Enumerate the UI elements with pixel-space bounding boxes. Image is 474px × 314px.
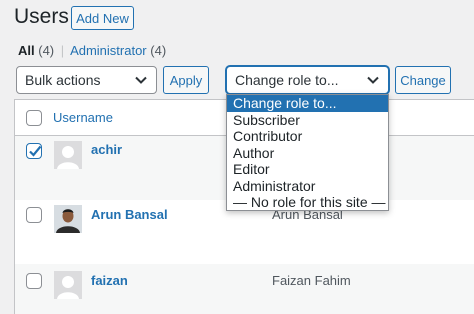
column-username-header[interactable]: Username xyxy=(53,110,113,125)
view-administrator-link[interactable]: Administrator xyxy=(70,43,147,58)
page-title: Users xyxy=(14,5,69,28)
user-photo-avatar xyxy=(54,205,82,233)
row-checkbox[interactable] xyxy=(26,143,42,159)
avatar xyxy=(54,205,82,233)
view-separator: | xyxy=(60,43,65,58)
change-role-value: Change role to... xyxy=(235,72,339,88)
select-all-checkbox[interactable] xyxy=(26,110,42,126)
view-administrator-count: (4) xyxy=(150,43,167,58)
default-avatar-icon xyxy=(54,271,82,299)
username-link[interactable]: faizan xyxy=(91,273,128,288)
row-checkbox[interactable] xyxy=(26,273,42,289)
role-option-subscriber[interactable]: Subscriber xyxy=(227,112,388,129)
view-all-count: (4) xyxy=(38,43,55,58)
role-option-change-role[interactable]: Change role to... xyxy=(227,95,388,112)
checkmark-icon xyxy=(29,145,42,157)
username-link[interactable]: achir xyxy=(91,142,122,157)
row-checkbox[interactable] xyxy=(26,207,42,223)
role-option-no-role[interactable]: — No role for this site — xyxy=(227,194,388,211)
chevron-down-icon xyxy=(135,76,147,84)
role-option-author[interactable]: Author xyxy=(227,145,388,162)
role-option-administrator[interactable]: Administrator xyxy=(227,178,388,195)
bulk-actions-select[interactable]: Bulk actions xyxy=(16,66,157,94)
view-all-link[interactable]: All xyxy=(18,43,35,58)
change-role-button[interactable]: Change xyxy=(395,66,451,94)
user-views-filter: All (4) | Administrator (4) xyxy=(18,43,166,58)
chevron-down-icon xyxy=(367,76,379,84)
table-row: faizan Faizan Fahim xyxy=(15,264,474,314)
role-option-contributor[interactable]: Contributor xyxy=(227,128,388,145)
change-role-dropdown-list: Change role to... Subscriber Contributor… xyxy=(226,94,389,211)
default-avatar-icon xyxy=(54,141,82,169)
add-new-button[interactable]: Add New xyxy=(71,6,134,30)
avatar xyxy=(54,271,82,299)
apply-button[interactable]: Apply xyxy=(163,66,209,94)
user-full-name: Faizan Fahim xyxy=(272,273,351,288)
avatar xyxy=(54,141,82,169)
username-link[interactable]: Arun Bansal xyxy=(91,207,168,222)
change-role-select[interactable]: Change role to... xyxy=(226,66,389,94)
role-option-editor[interactable]: Editor xyxy=(227,161,388,178)
bulk-actions-value: Bulk actions xyxy=(25,72,101,88)
